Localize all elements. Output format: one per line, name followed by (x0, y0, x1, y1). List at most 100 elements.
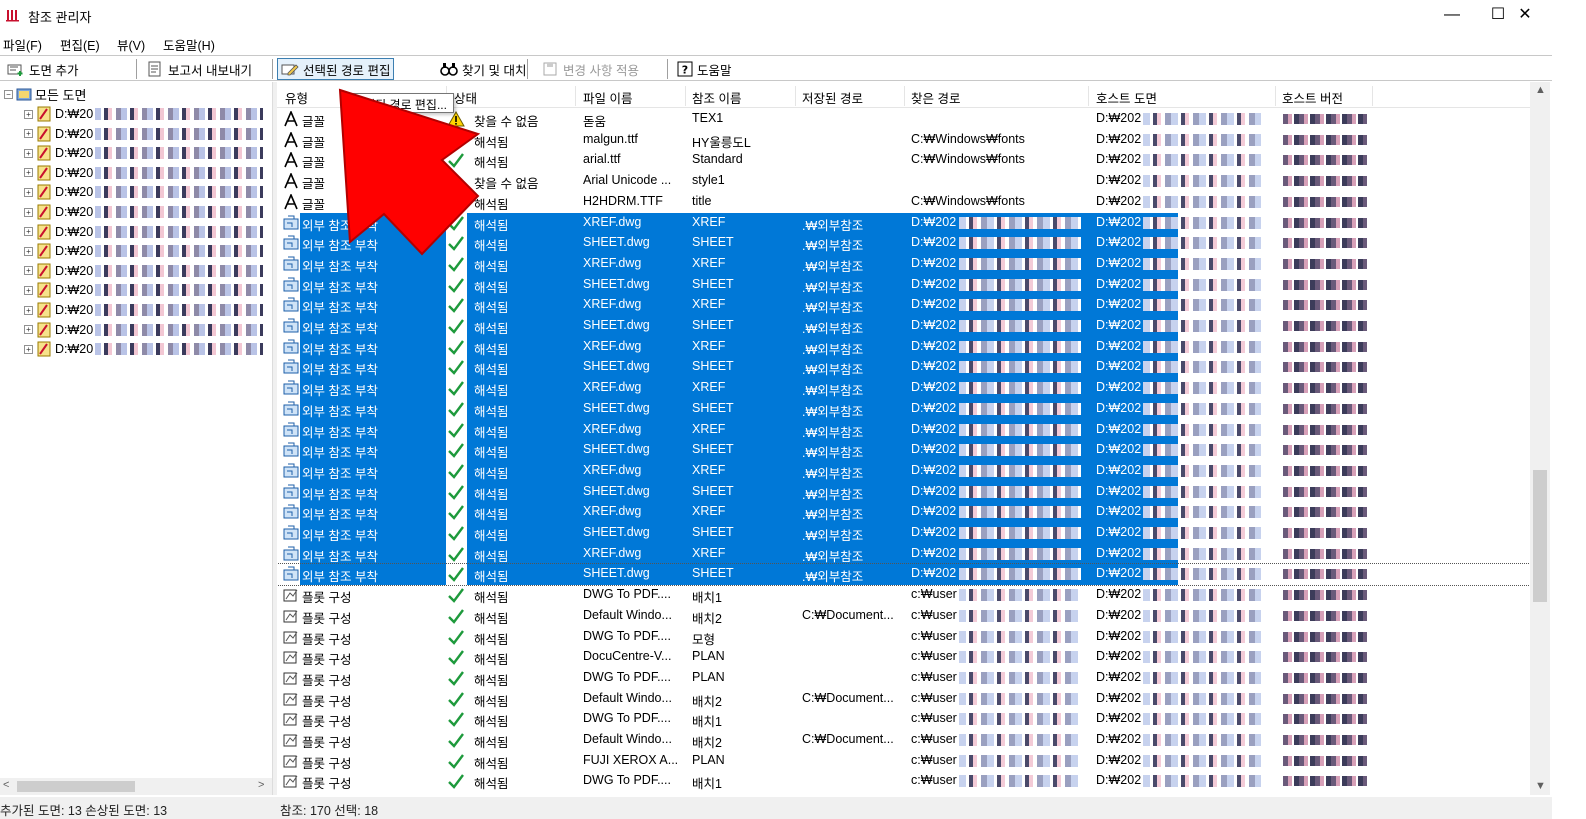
drawing-tree[interactable]: − 모든 도면 + D:₩20 + D:₩20 + D:₩20 + D:₩20 + D:₩20 + D… (0, 82, 272, 778)
expand-icon[interactable]: + (24, 207, 33, 217)
table-row[interactable]: 외부 참조 부착 해석됨 SHEET.dwg SHEET .₩외부참조 D:₩202 D:₩… (277, 357, 1530, 378)
collapse-icon[interactable]: − (4, 89, 13, 99)
scroll-thumb[interactable] (1533, 470, 1547, 602)
tree-item-drawing[interactable]: + D:₩20 (24, 339, 264, 359)
table-row[interactable]: 플롯 구성 해석됨 Default Windo... 배치2 C:₩Document..… (277, 606, 1530, 627)
table-row[interactable]: 글꼴 찾을 수 없음 Arial Unicode ... style1 D:₩202 (277, 171, 1530, 192)
col-saved-path[interactable]: 저장된 경로 (796, 88, 863, 107)
expand-icon[interactable]: + (24, 325, 33, 335)
menu-view[interactable]: 뷰(V) (117, 35, 145, 54)
table-row[interactable]: 플롯 구성 해석됨 Default Windo... 배치2 C:₩Document..… (277, 689, 1530, 710)
table-row[interactable]: 외부 참조 부착 해석됨 SHEET.dwg SHEET .₩외부참조 D:₩202 D:₩… (277, 233, 1530, 254)
table-row[interactable]: 외부 참조 부착 해석됨 XREF.dwg XREF .₩외부참조 D:₩202 D:₩20… (277, 295, 1530, 316)
expand-icon[interactable]: + (24, 344, 33, 354)
table-row[interactable]: 플롯 구성 해석됨 DWG To PDF.... 배치1 c:₩user D:₩202 (277, 709, 1530, 730)
scroll-thumb[interactable] (17, 781, 135, 792)
table-row[interactable]: 외부 참조 부착 해석됨 SHEET.dwg SHEET .₩외부참조 D:₩202 D:₩… (277, 316, 1530, 337)
export-report-button[interactable]: 보고서 내보내기 (143, 58, 255, 80)
scroll-down-icon[interactable]: ▼ (1535, 780, 1546, 792)
col-found-path[interactable]: 찾은 경로 (905, 88, 960, 107)
tree-item-drawing[interactable]: + D:₩20 (24, 241, 264, 261)
tree-horizontal-scrollbar[interactable]: < > (0, 778, 272, 795)
table-row[interactable]: 외부 참조 부착 해석됨 SHEET.dwg SHEET .₩외부참조 D:₩202 D:₩… (277, 399, 1530, 420)
table-row[interactable]: 글꼴 찾을 수 없음 돋움 TEX1 D:₩202 (277, 109, 1530, 130)
table-row[interactable]: 플롯 구성 해석됨 DWG To PDF.... PLAN c:₩user D:₩202 (277, 668, 1530, 689)
menu-edit[interactable]: 편집(E) (60, 35, 100, 54)
edit-selected-path-button[interactable]: 선택된 경로 편집 (277, 58, 395, 80)
grid-vertical-scrollbar[interactable]: ▲ ▼ (1530, 82, 1550, 795)
tree-item-label: D:₩20 (55, 342, 94, 357)
tree-root[interactable]: − 모든 도면 (4, 84, 86, 104)
expand-icon[interactable]: + (24, 187, 33, 197)
close-button[interactable]: ✕ (1502, 0, 1548, 30)
table-row[interactable]: 외부 참조 부착 해석됨 SHEET.dwg SHEET .₩외부참조 D:₩202 D:₩… (277, 523, 1530, 544)
table-row[interactable]: 플롯 구성 해석됨 DWG To PDF.... 모형 c:₩user D:₩202 (277, 627, 1530, 648)
tree-item-drawing[interactable]: + D:₩20 (24, 124, 264, 144)
add-drawing-button[interactable]: 도면 추가 (4, 58, 81, 80)
xref-type-icon (283, 463, 299, 482)
expand-icon[interactable]: + (24, 305, 33, 315)
tree-item-drawing[interactable]: + D:₩20 (24, 163, 264, 183)
tree-item-drawing[interactable]: + D:₩20 (24, 143, 264, 163)
tree-item-drawing[interactable]: + D:₩20 (24, 300, 264, 320)
table-row[interactable]: 외부 참조 부착 해석됨 SHEET.dwg SHEET .₩외부참조 D:₩202 D:₩… (277, 275, 1530, 296)
table-row[interactable]: 플롯 구성 해석됨 FUJI XEROX A... PLAN c:₩user D:₩202 (277, 751, 1530, 772)
table-row[interactable]: 외부 참조 부착 해석됨 XREF.dwg XREF .₩외부참조 D:₩202 D:₩20… (277, 502, 1530, 523)
tree-item-drawing[interactable]: + D:₩20 (24, 104, 264, 124)
col-divider[interactable] (1372, 86, 1373, 106)
help-button[interactable]: ? 도움말 (674, 58, 735, 80)
table-row[interactable]: 글꼴 해석됨 arial.ttf Standard C:₩Windows₩fonts D:… (277, 150, 1530, 171)
table-row[interactable]: 외부 참조 부착 해석됨 XREF.dwg XREF .₩외부참조 D:₩202 D:₩20… (277, 378, 1530, 399)
find-replace-button[interactable]: 찾기 및 대치 (437, 58, 529, 80)
table-row[interactable]: 외부 참조 부착 해석됨 XREF.dwg XREF .₩외부참조 D:₩202 D:₩20… (277, 544, 1530, 565)
scroll-right-icon[interactable]: > (258, 779, 264, 791)
scroll-up-icon[interactable]: ▲ (1535, 84, 1546, 96)
expand-icon[interactable]: + (24, 246, 33, 256)
expand-icon[interactable]: + (24, 129, 33, 139)
reference-grid[interactable]: 유형 상태 파일 이름 참조 이름 저장된 경로 찾은 경로 호스트 도면 호스… (277, 82, 1530, 795)
table-row[interactable]: 글꼴 해석됨 malgun.ttf HY울릉도L C:₩Windows₩fonts D:₩… (277, 130, 1530, 151)
table-row[interactable]: 외부 참조 부착 해석됨 SHEET.dwg SHEET .₩외부참조 D:₩202 D:₩… (277, 482, 1530, 503)
table-row[interactable]: 외부 참조 부착 해석됨 XREF.dwg XREF .₩외부참조 D:₩202 D:₩20… (277, 461, 1530, 482)
find-replace-label: 찾기 및 대치 (462, 63, 527, 78)
table-row[interactable]: 글꼴 해석됨 H2HDRM.TTF title C:₩Windows₩fonts D:₩2… (277, 192, 1530, 213)
expand-icon[interactable]: + (24, 148, 33, 158)
table-row[interactable]: 플롯 구성 해석됨 DWG To PDF.... 배치1 c:₩user D:₩202 (277, 585, 1530, 606)
apply-changes-button[interactable]: 변경 사항 적용 (538, 58, 642, 80)
col-divider[interactable] (575, 86, 576, 106)
col-host-version[interactable]: 호스트 버전 (1276, 88, 1343, 107)
table-row[interactable]: 외부 참조 부착 해석됨 SHEET.dwg SHEET .₩외부참조 D:₩202 D:₩… (277, 563, 1530, 587)
table-row[interactable]: 플롯 구성 해석됨 DWG To PDF.... 배치1 c:₩user D:₩202 (277, 771, 1530, 792)
table-row[interactable]: 외부 참조 부착 해석됨 SHEET.dwg SHEET .₩외부참조 D:₩202 D:₩… (277, 440, 1530, 461)
expand-icon[interactable]: + (24, 266, 33, 276)
cell-status: 해석됨 (474, 777, 509, 792)
scroll-left-icon[interactable]: < (3, 779, 9, 791)
table-row[interactable]: 외부 참조 부착 해석됨 XREF.dwg XREF .₩외부참조 D:₩202 D:₩20… (277, 420, 1530, 441)
col-file-name[interactable]: 파일 이름 (577, 88, 632, 107)
cell-status: 해석됨 (474, 632, 509, 647)
table-row[interactable]: 외부 참조 부착 해석됨 XREF.dwg XREF .₩외부참조 D:₩202 D:₩20… (277, 213, 1530, 234)
tree-item-drawing[interactable]: + D:₩20 (24, 202, 264, 222)
tree-item-drawing[interactable]: + D:₩20 (24, 320, 264, 340)
table-row[interactable]: 플롯 구성 해석됨 Default Windo... 배치2 C:₩Document..… (277, 730, 1530, 751)
tree-item-drawing[interactable]: + D:₩20 (24, 222, 264, 242)
table-row[interactable]: 플롯 구성 해석됨 DocuCentre-V... PLAN c:₩user D:₩202 (277, 647, 1530, 668)
table-row[interactable]: 외부 참조 부착 해석됨 XREF.dwg XREF .₩외부참조 D:₩202 D:₩20… (277, 254, 1530, 275)
expand-icon[interactable]: + (24, 168, 33, 178)
tree-item-drawing[interactable]: + D:₩20 (24, 280, 264, 300)
table-row[interactable]: 외부 참조 부착 해석됨 XREF.dwg XREF .₩외부참조 D:₩202 D:₩20… (277, 337, 1530, 358)
xref-type-icon (283, 442, 299, 461)
col-ref-name[interactable]: 참조 이름 (686, 88, 741, 107)
tree-item-drawing[interactable]: + D:₩20 (24, 261, 264, 281)
expand-icon[interactable]: + (24, 285, 33, 295)
col-type[interactable]: 유형 (279, 88, 308, 107)
col-host-drawing[interactable]: 호스트 도면 (1090, 88, 1157, 107)
expand-icon[interactable]: + (24, 227, 33, 237)
menu-help[interactable]: 도움말(H) (163, 35, 215, 54)
expand-icon[interactable]: + (24, 109, 33, 119)
minimize-button[interactable]: — (1429, 0, 1475, 30)
menu-file[interactable]: 파일(F) (3, 35, 42, 54)
tree-item-drawing[interactable]: + D:₩20 (24, 182, 264, 202)
redacted-host (1143, 464, 1261, 477)
col-divider[interactable] (1088, 86, 1089, 106)
